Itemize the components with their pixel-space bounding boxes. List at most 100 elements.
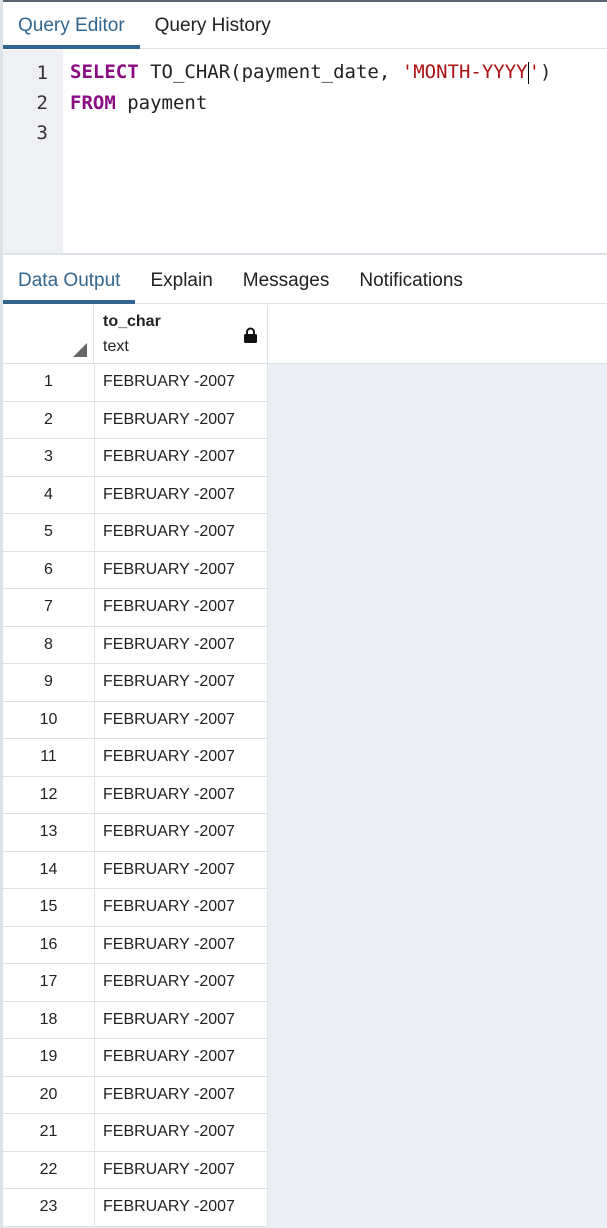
table-row[interactable]: 17 FEBRUARY -2007 [3,964,268,1002]
line-number: 2 [36,92,48,114]
table-row[interactable]: 19 FEBRUARY -2007 [3,1039,268,1077]
code-line-2[interactable]: FROM payment [70,92,207,114]
cell-to-char[interactable]: FEBRUARY -2007 [95,1039,268,1077]
table-row[interactable]: 10 FEBRUARY -2007 [3,701,268,739]
cell-to-char[interactable]: FEBRUARY -2007 [95,364,268,402]
keyword: FROM [70,92,116,114]
table-row[interactable]: 12 FEBRUARY -2007 [3,776,268,814]
grid-header: to_char text [3,305,607,364]
row-number[interactable]: 14 [3,851,95,889]
code-text: payment [115,92,208,114]
row-number[interactable]: 4 [3,476,95,514]
row-number[interactable]: 17 [3,964,95,1002]
cell-to-char[interactable]: FEBRUARY -2007 [95,1076,268,1114]
cell-to-char[interactable]: FEBRUARY -2007 [95,439,268,477]
table-row[interactable]: 2 FEBRUARY -2007 [3,401,268,439]
lock-icon [244,327,257,343]
row-number[interactable]: 16 [3,926,95,964]
close-paren: ) [540,61,552,83]
code-line-1[interactable]: SELECT TO_CHAR(payment_date, 'MONTH-YYYY… [70,61,552,84]
row-number[interactable]: 19 [3,1039,95,1077]
line-number: 1 [36,62,48,84]
table-row[interactable]: 16 FEBRUARY -2007 [3,926,268,964]
cell-to-char[interactable]: FEBRUARY -2007 [95,626,268,664]
table-row[interactable]: 1 FEBRUARY -2007 [3,364,268,402]
data-grid: to_char text 1 FEBRUARY -2007 2 FEBRUARY -2… [3,305,607,1228]
cell-to-char[interactable]: FEBRUARY -2007 [95,1189,268,1227]
line-number: 3 [36,122,48,144]
cell-to-char[interactable]: FEBRUARY -2007 [95,1114,268,1152]
row-number[interactable]: 3 [3,439,95,477]
tab-query-editor[interactable]: Query Editor [3,2,140,49]
cell-to-char[interactable]: FEBRUARY -2007 [95,1001,268,1039]
cell-to-char[interactable]: FEBRUARY -2007 [95,476,268,514]
row-number[interactable]: 1 [3,364,95,402]
code-text: TO_CHAR(payment_date, [138,61,402,83]
row-number[interactable]: 12 [3,776,95,814]
tab-explain[interactable]: Explain [135,257,227,304]
table-row[interactable]: 8 FEBRUARY -2007 [3,626,268,664]
table-row[interactable]: 18 FEBRUARY -2007 [3,1001,268,1039]
row-number[interactable]: 20 [3,1076,95,1114]
string-literal: 'MONTH-YYYY [401,61,528,83]
table-row[interactable]: 14 FEBRUARY -2007 [3,851,268,889]
column-name: to_char [103,313,161,330]
table-row[interactable]: 21 FEBRUARY -2007 [3,1114,268,1152]
table-row[interactable]: 22 FEBRUARY -2007 [3,1151,268,1189]
cell-to-char[interactable]: FEBRUARY -2007 [95,664,268,702]
cell-to-char[interactable]: FEBRUARY -2007 [95,514,268,552]
row-number[interactable]: 6 [3,551,95,589]
cell-to-char[interactable]: FEBRUARY -2007 [95,551,268,589]
cell-to-char[interactable]: FEBRUARY -2007 [95,739,268,777]
table-row[interactable]: 11 FEBRUARY -2007 [3,739,268,777]
table-row[interactable]: 4 FEBRUARY -2007 [3,476,268,514]
table-row[interactable]: 9 FEBRUARY -2007 [3,664,268,702]
sql-editor[interactable]: 1 2 3 SELECT TO_CHAR(payment_date, 'MONT… [3,50,607,255]
tab-data-output[interactable]: Data Output [3,257,136,304]
table-row[interactable]: 3 FEBRUARY -2007 [3,439,268,477]
cell-to-char[interactable]: FEBRUARY -2007 [95,701,268,739]
table-row[interactable]: 23 FEBRUARY -2007 [3,1189,268,1227]
tab-messages[interactable]: Messages [228,257,345,304]
grid-rows: 1 FEBRUARY -2007 2 FEBRUARY -2007 3 FEBRUARY … [3,364,268,1227]
table-row[interactable]: 5 FEBRUARY -2007 [3,514,268,552]
table-row[interactable]: 7 FEBRUARY -2007 [3,589,268,627]
cell-to-char[interactable]: FEBRUARY -2007 [95,814,268,852]
row-number[interactable]: 23 [3,1189,95,1227]
table-row[interactable]: 20 FEBRUARY -2007 [3,1076,268,1114]
editor-tabs: Query Editor Query History [3,2,607,49]
column-type: text [103,338,129,355]
cell-to-char[interactable]: FEBRUARY -2007 [95,401,268,439]
row-number[interactable]: 22 [3,1151,95,1189]
row-number[interactable]: 7 [3,589,95,627]
row-number[interactable]: 11 [3,739,95,777]
row-number[interactable]: 21 [3,1114,95,1152]
row-number[interactable]: 13 [3,814,95,852]
line-number-gutter: 1 2 3 [3,50,63,253]
row-number[interactable]: 8 [3,626,95,664]
tab-notifications[interactable]: Notifications [344,257,478,304]
row-number[interactable]: 9 [3,664,95,702]
cell-to-char[interactable]: FEBRUARY -2007 [95,776,268,814]
cell-to-char[interactable]: FEBRUARY -2007 [95,926,268,964]
corner-triangle-icon [73,343,87,357]
row-number[interactable]: 18 [3,1001,95,1039]
cell-to-char[interactable]: FEBRUARY -2007 [95,889,268,927]
keyword: SELECT [70,61,139,83]
tab-query-history[interactable]: Query History [140,2,286,49]
output-tabs: Data Output Explain Messages Notificatio… [3,257,607,304]
select-all-corner[interactable] [3,305,94,364]
row-number[interactable]: 5 [3,514,95,552]
column-header-to-char[interactable]: to_char text [95,305,268,364]
cell-to-char[interactable]: FEBRUARY -2007 [95,964,268,1002]
table-row[interactable]: 15 FEBRUARY -2007 [3,889,268,927]
row-number[interactable]: 2 [3,401,95,439]
table-row[interactable]: 13 FEBRUARY -2007 [3,814,268,852]
cell-to-char[interactable]: FEBRUARY -2007 [95,589,268,627]
row-number[interactable]: 10 [3,701,95,739]
string-literal-end: ' [528,61,541,83]
cell-to-char[interactable]: FEBRUARY -2007 [95,1151,268,1189]
table-row[interactable]: 6 FEBRUARY -2007 [3,551,268,589]
row-number[interactable]: 15 [3,889,95,927]
cell-to-char[interactable]: FEBRUARY -2007 [95,851,268,889]
